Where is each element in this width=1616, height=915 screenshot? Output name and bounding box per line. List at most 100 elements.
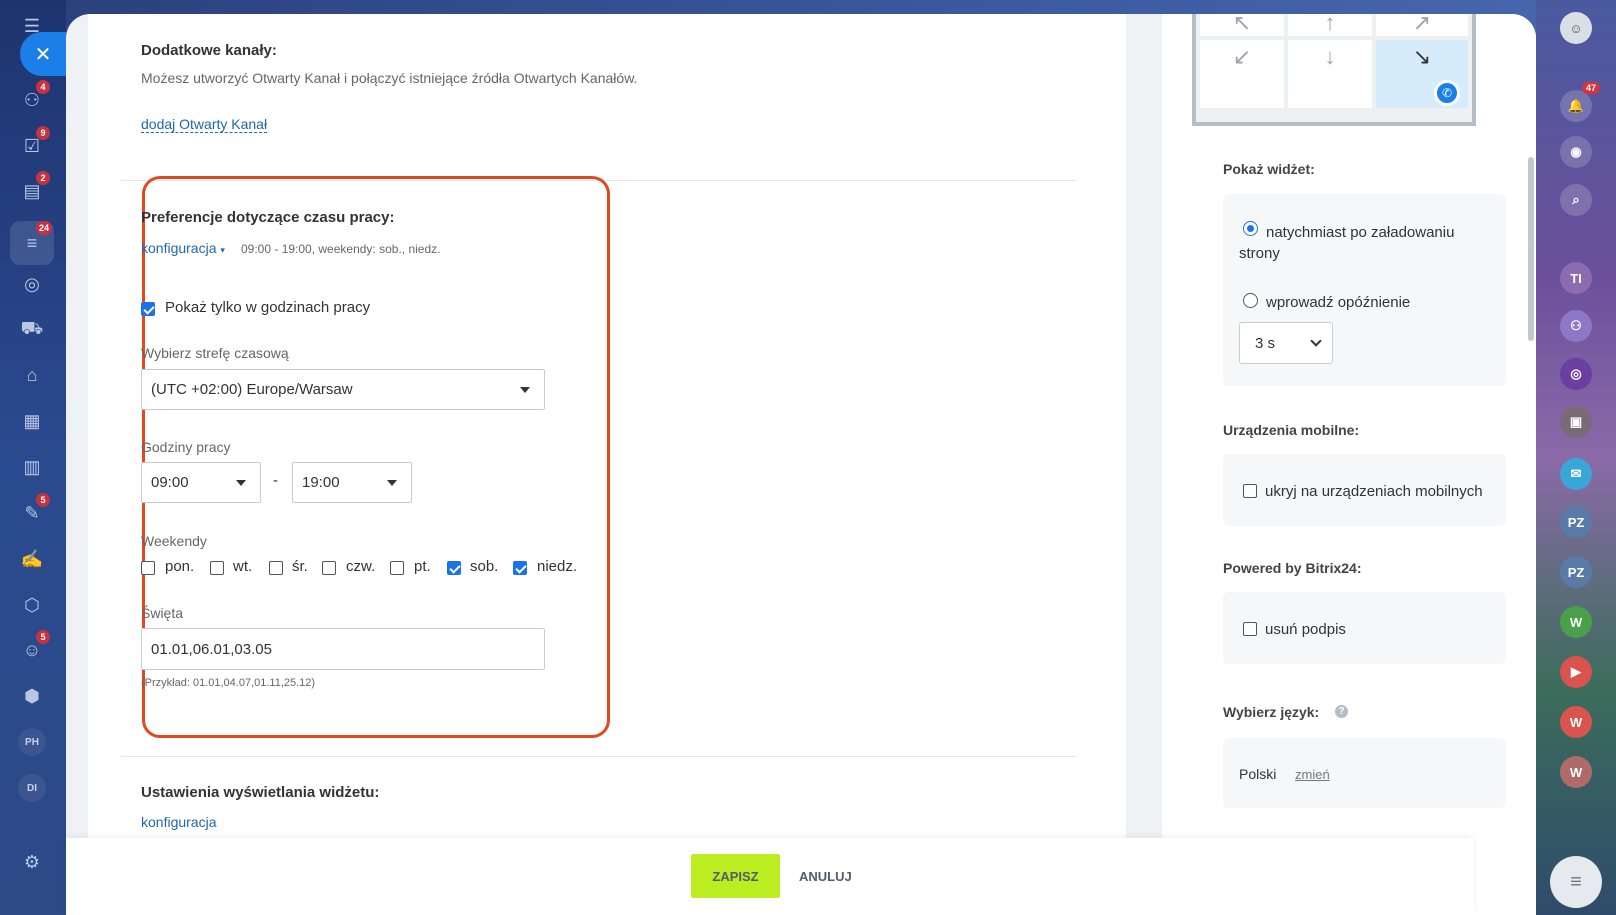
hours-to-select[interactable]: 19:00 (292, 462, 412, 503)
avatar-di[interactable]: DI (18, 774, 46, 802)
close-icon[interactable]: ✕ (20, 32, 66, 76)
help-icon[interactable]: ? (1335, 705, 1348, 718)
day-czw-checkbox[interactable] (322, 561, 336, 575)
working-time-config-link[interactable]: konfiguracja ▾ (141, 240, 225, 256)
day-czw-label: czw. (346, 558, 376, 575)
display-settings-title: Ustawienia wyświetlania widżetu: (141, 784, 380, 801)
robot-icon[interactable]: ☺ 5 (18, 630, 50, 664)
working-time-title: Preferencje dotyczące czasu pracy: (141, 209, 395, 226)
group-icon[interactable]: ⚇ (1560, 310, 1592, 342)
day-sr-checkbox[interactable] (269, 561, 283, 575)
side-card: ↖ ↑ ↗ ↙ ↓ ↘ ✆ Pokaż widżet: natychmiast … (1162, 14, 1536, 915)
show-widget-block: natychmiast po załadowaniu strony wprowa… (1223, 194, 1506, 386)
chat-icon[interactable]: ✉ (1560, 458, 1592, 490)
mobile-block: ukryj na urządzeniach mobilnych (1223, 454, 1506, 526)
position-bottom-center[interactable]: ↓ (1288, 40, 1372, 108)
avatar-ph[interactable]: PH (18, 728, 46, 756)
additional-channels-description: Możesz utworzyć Otwarty Kanał i połączyć… (141, 70, 638, 86)
left-sidebar: ☰ ✕ ⚇ 4 ☑ 9 ▤ 2 ≡ 24 ◎ ⛟ ⌂ ▦ ▥ ✎ 5 ✍ ⬡ ☺ 5 ⬢ P… (0, 0, 66, 915)
settings-icon[interactable]: ⚙ (18, 848, 46, 876)
feed-badge: 2 (36, 171, 50, 185)
language-value: Polski (1239, 766, 1277, 782)
save-button[interactable]: ZAPISZ (691, 854, 780, 898)
crm-badge: 4 (36, 80, 50, 94)
avatar-pz-2[interactable]: PZ (1560, 556, 1592, 588)
contact-center-icon[interactable]: ≡ 24 (10, 221, 54, 265)
telephony-icon[interactable]: ◉ (1560, 136, 1592, 168)
language-block: Polski zmień (1223, 738, 1506, 808)
radio-immediately-label: natychmiast po załadowaniu strony (1239, 224, 1455, 262)
feed-icon[interactable]: ▤ 2 (18, 171, 50, 205)
timezone-label: Wybierz strefę czasową (141, 345, 289, 361)
day-sob-checkbox[interactable] (447, 561, 461, 575)
store-icon[interactable]: ⌂ (18, 361, 46, 389)
chevron-down-icon (1310, 335, 1322, 347)
openlines-icon[interactable]: ◎ (1560, 358, 1592, 390)
radio-delay[interactable] (1243, 293, 1258, 308)
mobile-hide-checkbox[interactable] (1243, 484, 1257, 498)
cancel-button[interactable]: ANULUJ (799, 854, 852, 898)
hexagon-icon[interactable]: ⬡ (18, 591, 46, 619)
day-wt-checkbox[interactable] (210, 561, 224, 575)
mobile-title: Urządzenia mobilne: (1223, 422, 1360, 438)
photo-avatar[interactable]: ▣ (1560, 406, 1592, 438)
crm-icon[interactable]: ⚇ 4 (18, 80, 50, 114)
robot-badge: 5 (36, 630, 50, 644)
scrollbar[interactable] (1528, 157, 1534, 341)
avatar-w-2[interactable]: W (1560, 706, 1592, 738)
language-change-link[interactable]: zmień (1295, 767, 1330, 782)
cart-icon[interactable]: ⛟ (18, 316, 46, 344)
powered-block: usuń podpis (1223, 592, 1506, 664)
day-pt-label: pt. (414, 558, 431, 575)
hours-label: Godziny pracy (141, 439, 231, 455)
only-working-hours-checkbox[interactable] (141, 302, 155, 316)
only-working-hours-label: Pokaż tylko w godzinach pracy (165, 299, 371, 316)
day-pon-label: pon. (165, 558, 195, 575)
bell-icon[interactable]: 🔔 47 (1560, 82, 1600, 122)
tasks-icon[interactable]: ☑ 9 (18, 126, 50, 160)
day-niedz-label: niedz. (537, 558, 578, 575)
video-icon[interactable]: ▶ (1560, 656, 1592, 688)
timezone-value: (UTC +02:00) Europe/Warsaw (151, 381, 353, 398)
position-top-left[interactable]: ↖ (1200, 14, 1284, 36)
delay-value: 3 s (1255, 334, 1276, 352)
timezone-select[interactable]: (UTC +02:00) Europe/Warsaw (141, 369, 545, 410)
divider (121, 756, 1076, 757)
box-icon[interactable]: ⬢ (18, 682, 46, 710)
avatar-w-3[interactable]: W (1560, 756, 1592, 788)
search-chat-icon[interactable]: ⌕ (1560, 184, 1592, 216)
day-sob-label: sob. (470, 558, 499, 575)
position-bottom-left[interactable]: ↙ (1200, 40, 1284, 108)
add-open-channel-link[interactable]: dodaj Otwarty Kanał (141, 116, 268, 133)
holidays-label: Święta (141, 605, 184, 621)
holidays-input[interactable]: 01.01,06.01,03.05 (141, 628, 545, 670)
dropdown-arrow-icon (236, 480, 246, 486)
sign-icon[interactable]: ✍ (18, 545, 46, 573)
hours-to-value: 19:00 (302, 474, 340, 491)
position-top-right[interactable]: ↗ (1376, 14, 1468, 36)
display-settings-config-link[interactable]: konfiguracja (141, 814, 217, 830)
avatar-ti[interactable]: TI (1560, 262, 1592, 294)
notifications-badge: 47 (1581, 82, 1600, 94)
remove-signature-checkbox[interactable] (1243, 622, 1257, 636)
working-time-config-label: konfiguracja (141, 240, 217, 256)
avatar-pz-1[interactable]: PZ (1560, 506, 1592, 538)
target-icon[interactable]: ◎ (18, 270, 46, 298)
day-pt-checkbox[interactable] (390, 561, 404, 575)
contact-center-badge: 24 (35, 221, 52, 235)
footer-bar: ZAPISZ ANULUJ (66, 838, 1474, 915)
delay-select[interactable]: 3 s (1239, 322, 1333, 364)
position-top-center[interactable]: ↑ (1288, 14, 1372, 36)
avatar-w-1[interactable]: W (1560, 606, 1592, 638)
forms-icon[interactable]: ✎ 5 (18, 493, 50, 527)
hours-from-select[interactable]: 09:00 (141, 462, 261, 503)
day-pon-checkbox[interactable] (141, 561, 155, 575)
tasks-badge: 9 (36, 126, 50, 140)
calendar-icon[interactable]: ▦ (18, 407, 46, 435)
menu-list-icon[interactable]: ≡ (1550, 856, 1602, 908)
analytics-icon[interactable]: ▥ (18, 453, 46, 481)
mobile-hide-label: ukryj na urządzeniach mobilnych (1265, 483, 1483, 500)
user-avatar[interactable]: ☺ (1560, 12, 1592, 44)
phone-icon: ✆ (1434, 80, 1460, 106)
day-niedz-checkbox[interactable] (513, 561, 527, 575)
